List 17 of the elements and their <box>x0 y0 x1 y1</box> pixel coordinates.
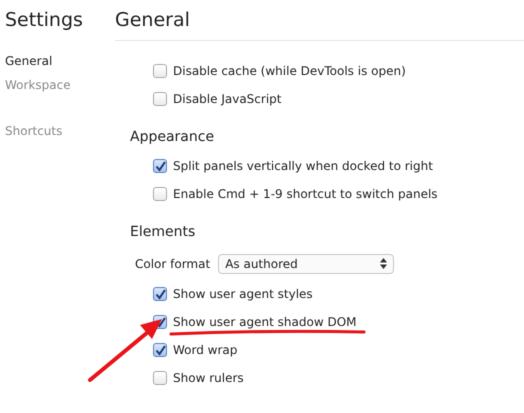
checkbox-label: Disable cache (while DevTools is open) <box>173 64 406 78</box>
checkbox-label: Show user agent styles <box>173 287 313 301</box>
sidebar-item[interactable]: Shortcuts <box>5 119 115 143</box>
checkbox-label: Word wrap <box>173 343 238 357</box>
checkbox-label: Disable JavaScript <box>173 92 282 106</box>
checkbox-label: Enable Cmd + 1-9 shortcut to switch panels <box>173 187 438 201</box>
checkbox-label: Split panels vertically when docked to right <box>173 159 433 173</box>
page-title: General <box>115 9 524 41</box>
sidebar-item[interactable]: Workspace <box>5 73 115 97</box>
select-label: Color format <box>135 256 210 270</box>
settings-title: Settings <box>5 9 84 33</box>
checkbox-label: Show rulers <box>173 371 244 385</box>
section-heading: Appearance <box>130 128 216 147</box>
color-format-select[interactable]: As authored <box>218 254 394 274</box>
checkbox-label: Show user agent shadow DOM <box>173 315 356 329</box>
section-heading: Elements <box>130 223 196 242</box>
sidebar-item[interactable]: General <box>5 49 115 73</box>
